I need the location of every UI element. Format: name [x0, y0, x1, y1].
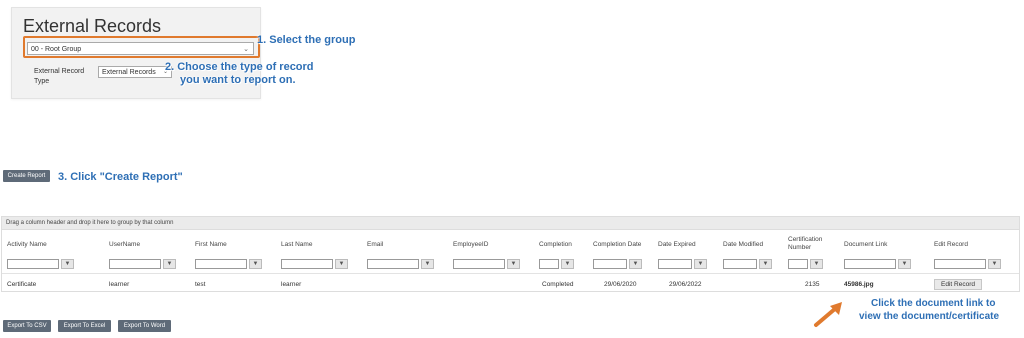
filter-input[interactable] [593, 259, 627, 269]
filter-completion: ▼ [539, 259, 574, 269]
filter-input[interactable] [788, 259, 808, 269]
filter-input[interactable] [934, 259, 986, 269]
col-header-activity[interactable]: Activity Name [7, 241, 47, 249]
record-type-select[interactable]: External Records ⌄ [98, 66, 172, 78]
filter-icon[interactable]: ▼ [335, 259, 348, 269]
callout-step2-line1: 2. Choose the type of record [165, 61, 314, 73]
filter-input[interactable] [195, 259, 247, 269]
cell-username: learner [109, 281, 130, 288]
col-header-edit-record[interactable]: Edit Record [934, 241, 968, 249]
col-header-cert-number[interactable]: Certification Number [788, 236, 836, 252]
filter-icon[interactable]: ▼ [61, 259, 74, 269]
filter-input[interactable] [281, 259, 333, 269]
group-drop-zone[interactable]: Drag a column header and drop it here to… [2, 217, 1019, 230]
col-header-email[interactable]: Email [367, 241, 383, 249]
row-divider [2, 273, 1019, 274]
filter-date-expired: ▼ [658, 259, 707, 269]
filter-document-link: ▼ [844, 259, 911, 269]
filter-input[interactable] [7, 259, 59, 269]
callout-step2-line2: you want to report on. [180, 74, 296, 86]
filter-icon[interactable]: ▼ [694, 259, 707, 269]
filter-icon[interactable]: ▼ [898, 259, 911, 269]
filter-activity: ▼ [7, 259, 74, 269]
filter-employee-id: ▼ [453, 259, 520, 269]
filter-cert-number: ▼ [788, 259, 823, 269]
cell-cert-number: 2135 [805, 281, 820, 288]
filter-last-name: ▼ [281, 259, 348, 269]
filter-completion-date: ▼ [593, 259, 642, 269]
arrow-icon [814, 302, 842, 327]
cell-first-name: test [195, 281, 206, 288]
page-title: External Records [23, 16, 162, 36]
filter-icon[interactable]: ▼ [507, 259, 520, 269]
filter-username: ▼ [109, 259, 176, 269]
col-header-completion[interactable]: Completion [539, 241, 572, 249]
document-link[interactable]: 45986.jpg [844, 281, 874, 289]
filter-icon[interactable]: ▼ [249, 259, 262, 269]
col-header-username[interactable]: UserName [109, 241, 140, 249]
filter-icon[interactable]: ▼ [163, 259, 176, 269]
col-header-first-name[interactable]: First Name [195, 241, 227, 249]
filter-date-modified: ▼ [723, 259, 772, 269]
filter-icon[interactable]: ▼ [421, 259, 434, 269]
filter-input[interactable] [109, 259, 161, 269]
filter-first-name: ▼ [195, 259, 262, 269]
export-excel-button[interactable]: Export To Excel [58, 320, 111, 332]
callout-note-line1: Click the document link to [871, 298, 996, 309]
filter-edit-record: ▼ [934, 259, 1001, 269]
filter-icon[interactable]: ▼ [561, 259, 574, 269]
cell-date-expired: 29/06/2022 [669, 281, 702, 288]
col-header-date-expired[interactable]: Date Expired [658, 241, 696, 249]
cell-last-name: learner [281, 281, 302, 288]
filter-icon[interactable]: ▼ [810, 259, 823, 269]
filter-input[interactable] [844, 259, 896, 269]
cell-completion: Completed [542, 281, 574, 288]
filter-input[interactable] [539, 259, 559, 269]
col-header-date-modified[interactable]: Date Modified [723, 241, 763, 249]
callout-step1: 1. Select the group [257, 34, 356, 46]
filter-icon[interactable]: ▼ [629, 259, 642, 269]
col-header-completion-date[interactable]: Completion Date [593, 241, 641, 249]
record-type-label: External Record Type [34, 68, 85, 85]
create-report-button[interactable]: Create Report [3, 170, 50, 182]
filter-input[interactable] [658, 259, 692, 269]
filter-email: ▼ [367, 259, 434, 269]
callout-note-line2: view the document/certificate [859, 311, 1000, 322]
callout-step3: 3. Click "Create Report" [58, 171, 183, 183]
record-type-value: External Records [102, 69, 156, 76]
filter-icon[interactable]: ▼ [759, 259, 772, 269]
cell-activity: Certificate [7, 281, 37, 288]
edit-record-button[interactable]: Edit Record [934, 279, 982, 290]
filter-input[interactable] [453, 259, 505, 269]
filter-input[interactable] [367, 259, 419, 269]
report-grid: Drag a column header and drop it here to… [1, 216, 1020, 292]
col-header-employee-id[interactable]: EmployeeID [453, 241, 488, 249]
cell-completion-date: 29/06/2020 [604, 281, 637, 288]
export-csv-button[interactable]: Export To CSV [3, 320, 51, 332]
export-word-button[interactable]: Export To Word [118, 320, 171, 332]
group-select-highlight [23, 36, 260, 58]
filter-icon[interactable]: ▼ [988, 259, 1001, 269]
col-header-document-link[interactable]: Document Link [844, 241, 887, 249]
filter-input[interactable] [723, 259, 757, 269]
col-header-last-name[interactable]: Last Name [281, 241, 312, 249]
